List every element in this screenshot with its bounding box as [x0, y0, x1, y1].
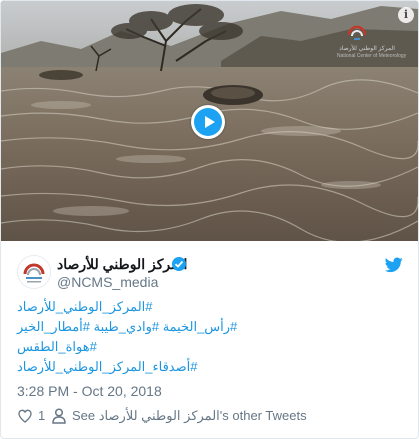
- play-icon: [194, 108, 222, 136]
- author-name[interactable]: المركز الوطني للأرصاد: [57, 256, 187, 273]
- hashtag-line[interactable]: #رأس_الخيمة #وادي_طيبة #أمطار_الخير: [17, 319, 407, 339]
- heart-icon[interactable]: [17, 408, 33, 424]
- info-icon[interactable]: i: [398, 7, 414, 23]
- author-handle[interactable]: @NCMS_media: [57, 274, 158, 290]
- tweet-timestamp[interactable]: 3:28 PM - Oct 20, 2018: [17, 383, 162, 399]
- ncm-watermark-logo: [347, 25, 367, 40]
- tweet-actions: 1 See المركز الوطني للأرصاد's other Twee…: [17, 406, 407, 426]
- video-thumbnail[interactable]: i المركز الوطني للأرصاد National Center …: [1, 1, 418, 241]
- avatar[interactable]: [17, 255, 51, 289]
- user-icon: [52, 408, 66, 424]
- twitter-bird-icon[interactable]: [385, 257, 403, 273]
- hashtag-line[interactable]: #هواة_الطقس: [17, 339, 407, 359]
- like-count[interactable]: 1: [38, 408, 45, 423]
- ncm-watermark: المركز الوطني للأرصاد National Center of…: [337, 23, 407, 63]
- ncm-logo-icon: [23, 263, 45, 283]
- embedded-tweet: i المركز الوطني للأرصاد National Center …: [0, 0, 419, 439]
- hashtag-line[interactable]: #المركز_الوطني_للأرصاد: [17, 299, 407, 319]
- watermark-text-arabic: المركز الوطني للأرصاد: [339, 46, 395, 52]
- watermark-text-english: National Center of Meteorology: [337, 53, 407, 59]
- verified-icon: [172, 257, 186, 271]
- tweet-text: #المركز_الوطني_للأرصاد #رأس_الخيمة #وادي…: [17, 299, 407, 379]
- see-other-tweets-link[interactable]: See المركز الوطني للأرصاد's other Tweets: [72, 408, 307, 424]
- hashtag-line[interactable]: #أصدقاء_المركز_الوطني_للأرصاد: [17, 359, 407, 379]
- play-button[interactable]: [191, 105, 225, 139]
